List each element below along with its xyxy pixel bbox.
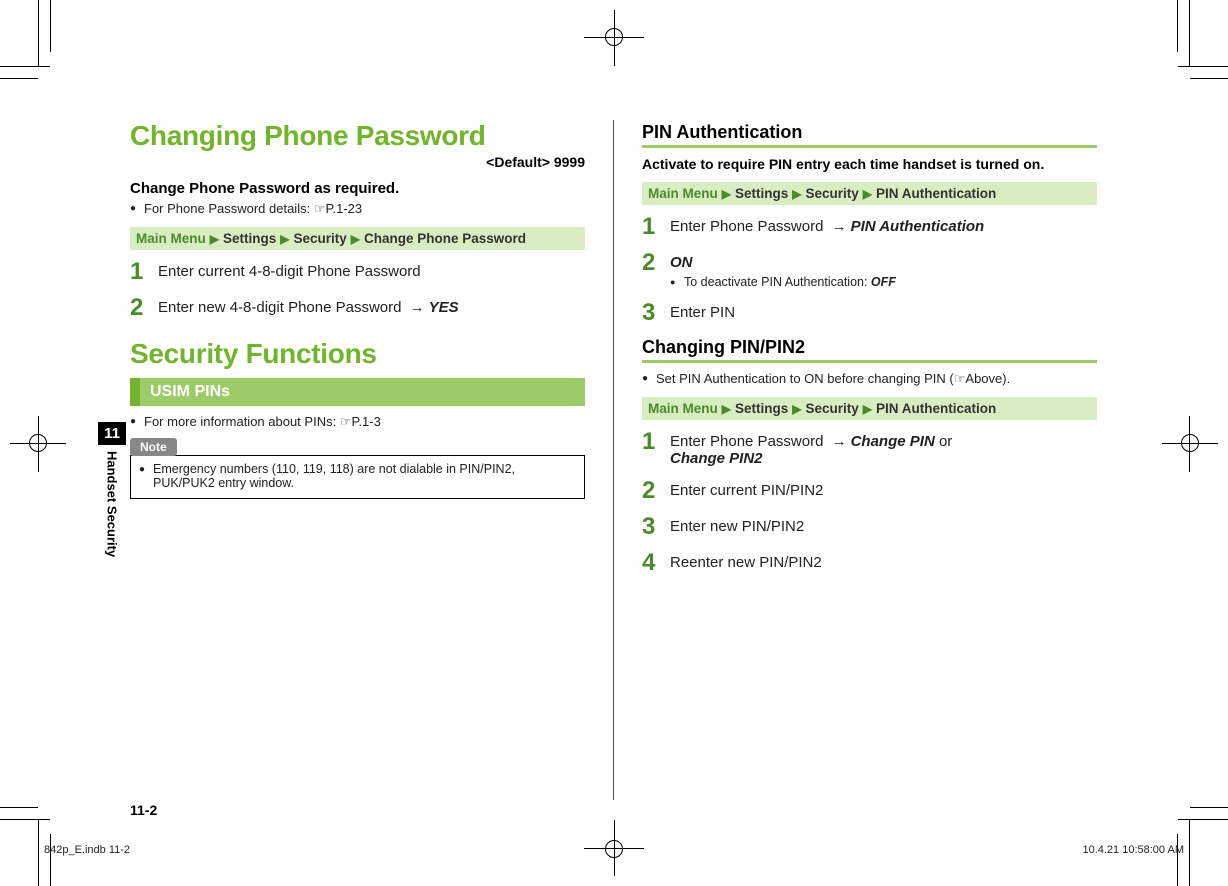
nav-path-pin-auth: Main Menu ▶ Settings ▶ Security ▶ PIN Authenti… <box>642 182 1097 205</box>
nav-main-menu: Main Menu <box>648 401 718 416</box>
nav-path-change-password: Main Menu ▶ Settings ▶ Security ▶ Change Phone… <box>130 227 585 250</box>
step-text: Enter new 4-8-digit Phone Password →YES <box>158 296 585 316</box>
column-divider <box>613 120 614 800</box>
intro-text: Change Phone Password as required. <box>130 180 585 197</box>
step-number: 1 <box>642 215 670 239</box>
note-label: Note <box>130 438 177 456</box>
note-box: Emergency numbers (110, 119, 118) are no… <box>130 455 585 499</box>
step-number: 3 <box>642 515 670 539</box>
footer-timestamp: 10.4.21 10:58:00 AM <box>1082 844 1184 856</box>
nav-main-menu: Main Menu <box>648 186 718 201</box>
step-number: 1 <box>642 430 670 454</box>
chapter-tab: 11 Handset Security <box>98 422 126 557</box>
heading-security-functions: Security Functions <box>130 338 585 370</box>
left-column: Changing Phone Password <Default> 9999 C… <box>130 120 585 800</box>
step-2: 2 Enter current PIN/PIN2 <box>642 479 1097 503</box>
heading-changing-pin: Changing PIN/PIN2 <box>642 337 1097 363</box>
step-number: 3 <box>642 301 670 325</box>
nav-settings: Settings <box>223 231 276 246</box>
chevron-icon: ▶ <box>863 187 872 201</box>
step-text: Enter current PIN/PIN2 <box>670 479 1097 499</box>
chevron-icon: ▶ <box>792 187 801 201</box>
step-number: 4 <box>642 551 670 575</box>
note-text: Emergency numbers (110, 119, 118) are no… <box>139 462 576 490</box>
step-1: 1 Enter current 4-8-digit Phone Password <box>130 260 585 284</box>
chapter-title: Handset Security <box>105 451 120 557</box>
step-sub-bullet: To deactivate PIN Authentication: OFF <box>670 275 1097 289</box>
pin-auth-intro: Activate to require PIN entry each time … <box>642 156 1097 172</box>
usim-pins-title: USIM PINs <box>130 378 585 406</box>
nav-settings: Settings <box>735 186 788 201</box>
step-2: 2 Enter new 4-8-digit Phone Password →YE… <box>130 296 585 320</box>
nav-main-menu: Main Menu <box>136 231 206 246</box>
chevron-icon: ▶ <box>351 232 360 246</box>
step-number: 1 <box>130 260 158 284</box>
nav-security: Security <box>805 401 858 416</box>
arrow-icon: → <box>832 433 847 450</box>
nav-settings: Settings <box>735 401 788 416</box>
step-text: Reenter new PIN/PIN2 <box>670 551 1097 571</box>
change-pin-prereq: Set PIN Authentication to ON before chan… <box>642 371 1097 387</box>
nav-security: Security <box>805 186 858 201</box>
default-value: <Default> 9999 <box>130 154 585 170</box>
chapter-number: 11 <box>98 422 126 445</box>
chevron-icon: ▶ <box>722 187 731 201</box>
arrow-icon: → <box>832 218 847 235</box>
step-number: 2 <box>130 296 158 320</box>
step-number: 2 <box>642 479 670 503</box>
chevron-icon: ▶ <box>792 402 801 416</box>
chevron-icon: ▶ <box>863 402 872 416</box>
step-2: 2 ON To deactivate PIN Authentication: O… <box>642 251 1097 289</box>
nav-pin-auth: PIN Authentication <box>876 401 996 416</box>
nav-security: Security <box>293 231 346 246</box>
chevron-icon: ▶ <box>210 232 219 246</box>
step-1: 1 Enter Phone Password →PIN Authenticati… <box>642 215 1097 239</box>
page-content: 11 Handset Security Changing Phone Passw… <box>130 120 1100 800</box>
nav-pin-auth: PIN Authentication <box>876 186 996 201</box>
step-text: Enter PIN <box>670 301 1097 321</box>
heading-change-password: Changing Phone Password <box>130 120 585 152</box>
step-text: Enter Phone Password →Change PIN or Chan… <box>670 430 1097 467</box>
right-column: PIN Authentication Activate to require P… <box>642 120 1097 800</box>
step-number: 2 <box>642 251 670 275</box>
nav-change-password: Change Phone Password <box>364 231 526 246</box>
step-1: 1 Enter Phone Password →Change PIN or Ch… <box>642 430 1097 467</box>
arrow-icon: → <box>410 299 425 316</box>
step-text: Enter new PIN/PIN2 <box>670 515 1097 535</box>
step-3: 3 Enter PIN <box>642 301 1097 325</box>
pin-info-ref: For more information about PINs: ☞P.1-3 <box>130 414 585 430</box>
chevron-icon: ▶ <box>280 232 289 246</box>
step-text: ON To deactivate PIN Authentication: OFF <box>670 251 1097 289</box>
page-number: 11-2 <box>130 802 157 818</box>
footer-filename: 842p_E.indb 11-2 <box>44 844 130 856</box>
step-text: Enter current 4-8-digit Phone Password <box>158 260 585 280</box>
password-details-ref: For Phone Password details: ☞P.1-23 <box>130 201 585 217</box>
heading-pin-authentication: PIN Authentication <box>642 122 1097 148</box>
step-text: Enter Phone Password →PIN Authentication <box>670 215 1097 235</box>
step-3: 3 Enter new PIN/PIN2 <box>642 515 1097 539</box>
chevron-icon: ▶ <box>722 402 731 416</box>
note-block: Note Emergency numbers (110, 119, 118) a… <box>130 438 585 499</box>
step-4: 4 Reenter new PIN/PIN2 <box>642 551 1097 575</box>
nav-path-change-pin: Main Menu ▶ Settings ▶ Security ▶ PIN Authenti… <box>642 397 1097 420</box>
